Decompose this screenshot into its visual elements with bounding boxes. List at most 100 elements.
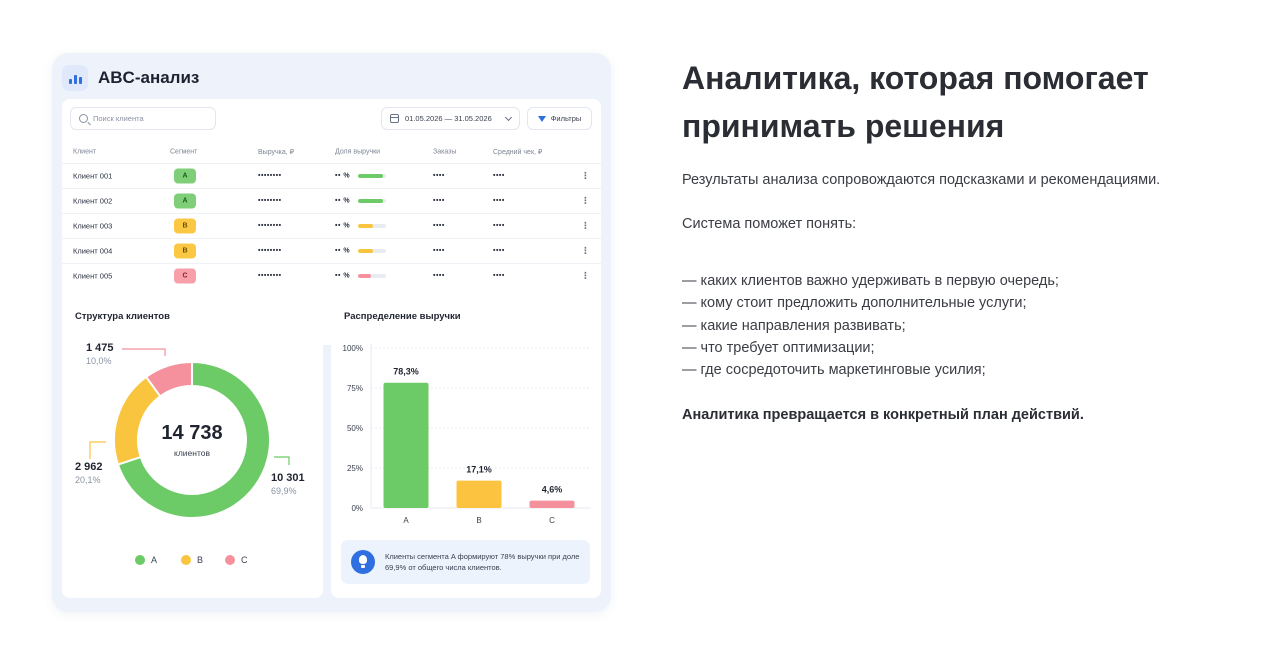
x-tick-label: C bbox=[549, 516, 555, 525]
table-row[interactable]: Клиент 004 B •••••••• •• % •••• •••• ⋮ bbox=[62, 238, 601, 263]
row-share: •• % bbox=[335, 172, 351, 180]
bar-chart-icon bbox=[62, 65, 88, 91]
bar-chart: 0% 25% 50% 75% 100% 78,3% A 17,1% B 4,6% C bbox=[343, 344, 591, 525]
y-tick-label: 75% bbox=[347, 384, 363, 393]
bar-value-label: 78,3% bbox=[393, 367, 419, 377]
lightbulb-icon bbox=[351, 550, 375, 574]
filters-button[interactable]: Фильтры bbox=[527, 107, 592, 130]
legend-dot-a bbox=[135, 555, 145, 565]
row-revenue: •••••••• bbox=[258, 197, 282, 205]
legend-dot-c bbox=[225, 555, 235, 565]
row-orders: •••• bbox=[433, 272, 445, 280]
list-item: — где сосредоточить маркетинговые усилия… bbox=[682, 362, 986, 379]
row-orders: •••• bbox=[433, 197, 445, 205]
chevron-down-icon bbox=[504, 113, 513, 121]
bar-a bbox=[383, 382, 429, 508]
header-segment[interactable]: Сегмент bbox=[170, 149, 197, 156]
row-client: Клиент 005 bbox=[73, 271, 113, 281]
search-input[interactable] bbox=[93, 114, 203, 123]
list-item: — какие направления развивать; bbox=[682, 317, 906, 334]
insight-text: Клиенты сегмента A формируют 78% выручки… bbox=[385, 551, 580, 572]
segment-b-pct: 20,1% bbox=[75, 474, 101, 485]
share-bar bbox=[358, 249, 386, 253]
table-row[interactable]: Клиент 005 C •••••••• •• % •••• •••• ⋮ bbox=[62, 263, 601, 288]
filters-label: Фильтры bbox=[550, 114, 582, 123]
row-orders: •••• bbox=[433, 247, 445, 255]
abc-dashboard-card: ABC-анализ 01.05.2026 — 31.05.2026 Фильт… bbox=[52, 53, 611, 612]
bar-value-label: 17,1% bbox=[466, 465, 492, 475]
segment-badge: A bbox=[174, 168, 196, 184]
share-bar bbox=[358, 274, 386, 278]
filter-icon bbox=[537, 115, 546, 122]
share-bar bbox=[358, 174, 386, 178]
segment-badge: B bbox=[174, 218, 196, 234]
header-revenue-share[interactable]: Доля выручки bbox=[335, 149, 380, 156]
row-orders: •••• bbox=[433, 222, 445, 230]
row-client: Клиент 002 bbox=[73, 196, 113, 206]
calendar-icon bbox=[390, 114, 399, 123]
header-orders[interactable]: Заказы bbox=[433, 149, 456, 156]
row-client: Клиент 003 bbox=[73, 221, 113, 231]
row-orders: •••• bbox=[433, 172, 445, 180]
list-item: — что требует оптимизации; bbox=[682, 339, 875, 356]
table-row[interactable]: Клиент 001 A •••••••• •• % •••• •••• ⋮ bbox=[62, 163, 601, 188]
segment-badge: A bbox=[174, 193, 196, 209]
row-revenue: •••••••• bbox=[258, 247, 282, 255]
y-tick-label: 25% bbox=[347, 464, 363, 473]
bar-b bbox=[456, 480, 502, 508]
more-options-icon[interactable]: ⋮ bbox=[581, 246, 590, 257]
donut-slice-c bbox=[146, 363, 193, 396]
share-bar bbox=[358, 199, 386, 203]
dashboard-header: ABC-анализ bbox=[62, 63, 199, 93]
legend-label-c: C bbox=[241, 555, 248, 565]
legend-dot-b bbox=[181, 555, 191, 565]
segment-a-count: 10 301 bbox=[271, 472, 305, 484]
bar-value-label: 4,6% bbox=[542, 485, 563, 495]
table-header: Клиент Сегмент Выручка, ₽ Доля выручки З… bbox=[62, 141, 601, 163]
row-average-check: •••• bbox=[493, 247, 505, 255]
table-row[interactable]: Клиент 003 B •••••••• •• % •••• •••• ⋮ bbox=[62, 213, 601, 238]
intro-text: Результаты анализа сопровождаются подска… bbox=[682, 172, 1161, 188]
row-average-check: •••• bbox=[493, 197, 505, 205]
more-options-icon[interactable]: ⋮ bbox=[581, 196, 590, 207]
revenue-distribution-card: Распределение выручки 0% 25% 50% 75% 100% 78,… bbox=[331, 299, 601, 598]
legend-item-b: B bbox=[181, 555, 203, 565]
row-revenue: •••••••• bbox=[258, 272, 282, 280]
y-tick-label: 0% bbox=[351, 504, 363, 513]
segment-c-label: 1 475 10,0% bbox=[86, 342, 114, 367]
header-client[interactable]: Клиент bbox=[73, 149, 96, 156]
row-client: Клиент 001 bbox=[73, 171, 113, 181]
row-share: •• % bbox=[335, 197, 351, 205]
row-client: Клиент 004 bbox=[73, 246, 113, 256]
share-bar bbox=[358, 224, 386, 228]
row-average-check: •••• bbox=[493, 272, 505, 280]
row-average-check: •••• bbox=[493, 222, 505, 230]
leader-line-c bbox=[122, 348, 166, 356]
header-revenue[interactable]: Выручка, ₽ bbox=[258, 148, 294, 156]
segment-badge: B bbox=[174, 243, 196, 259]
more-options-icon[interactable]: ⋮ bbox=[581, 221, 590, 232]
segment-a-label: 10 301 69,9% bbox=[271, 472, 305, 497]
list-item: — каких клиентов важно удерживать в перв… bbox=[682, 273, 1059, 289]
search-box[interactable] bbox=[70, 107, 216, 130]
lead-text: Система поможет понять: bbox=[682, 216, 857, 232]
date-range-picker[interactable]: 01.05.2026 — 31.05.2026 bbox=[381, 107, 520, 130]
y-tick-label: 50% bbox=[347, 424, 363, 433]
more-options-icon[interactable]: ⋮ bbox=[581, 171, 590, 182]
more-options-icon[interactable]: ⋮ bbox=[581, 271, 590, 282]
bar-c bbox=[529, 500, 575, 508]
row-share: •• % bbox=[335, 247, 351, 255]
table-row[interactable]: Клиент 002 A •••••••• •• % •••• •••• ⋮ bbox=[62, 188, 601, 213]
list-item: — кому стоит предложить дополнительные у… bbox=[682, 295, 1027, 312]
segment-c-pct: 10,0% bbox=[86, 355, 112, 366]
date-range-value: 01.05.2026 — 31.05.2026 bbox=[405, 114, 492, 123]
row-revenue: •••••••• bbox=[258, 172, 282, 180]
x-tick-label: B bbox=[476, 516, 481, 525]
client-structure-card: Структура клиентов 1 475 10,0% 2 962 20,… bbox=[62, 299, 323, 598]
header-average-check[interactable]: Средний чек, ₽ bbox=[493, 148, 542, 156]
segment-b-label: 2 962 20,1% bbox=[75, 461, 103, 486]
row-share: •• % bbox=[335, 222, 351, 230]
search-icon bbox=[79, 114, 88, 123]
y-tick-label: 100% bbox=[343, 344, 363, 353]
leader-line-b bbox=[89, 441, 106, 459]
